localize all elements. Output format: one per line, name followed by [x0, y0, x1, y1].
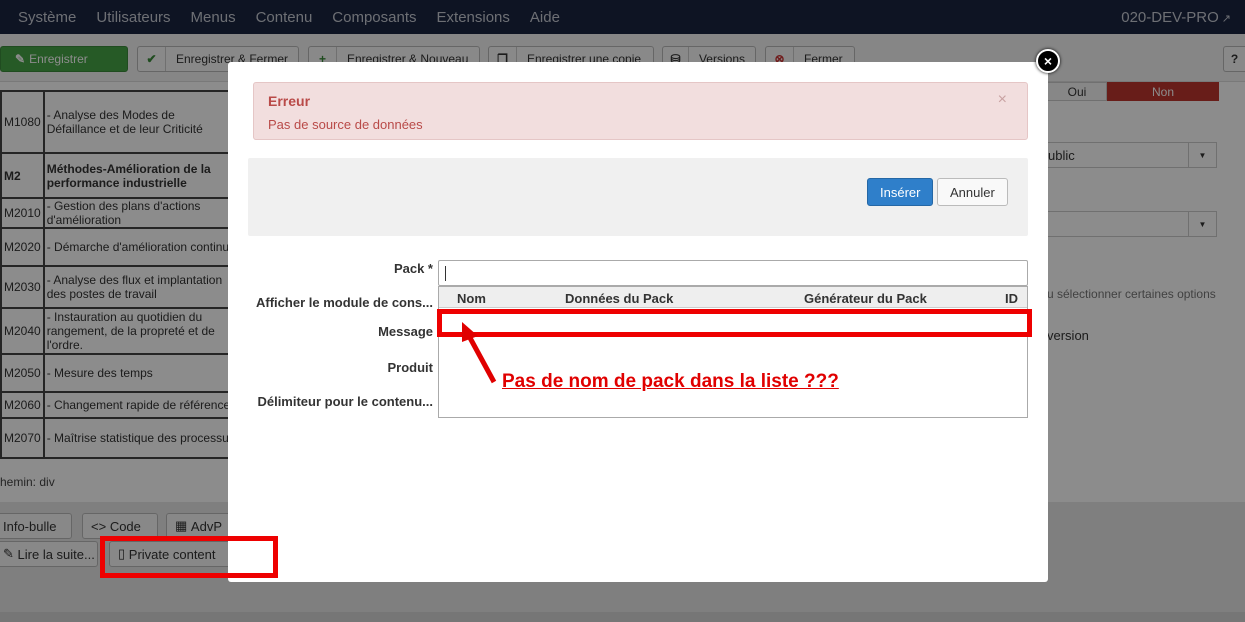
alert-close-icon[interactable]: ×	[998, 91, 1007, 109]
error-alert: Erreur Pas de source de données ×	[253, 82, 1028, 140]
alert-title: Erreur	[268, 93, 311, 109]
pack-input[interactable]	[438, 260, 1028, 286]
modal-actions: Insérer Annuler	[248, 158, 1028, 236]
column-donnees: Données du Pack	[565, 291, 674, 306]
column-nom: Nom	[457, 291, 486, 306]
delimiteur-label: Délimiteur pour le contenu...	[257, 394, 433, 409]
produit-label: Produit	[387, 360, 434, 375]
annotation-text: Pas de nom de pack dans la liste ???	[502, 371, 839, 392]
highlight-private-content	[100, 536, 278, 578]
pack-dropdown-list[interactable]: Nom Données du Pack Générateur du Pack I…	[438, 286, 1028, 418]
text-cursor	[445, 266, 446, 281]
pack-label: Pack *	[393, 261, 433, 276]
modal-close-icon[interactable]: ×	[1036, 49, 1060, 73]
column-id: ID	[1005, 291, 1018, 306]
dropdown-header: Nom Données du Pack Générateur du Pack I…	[439, 287, 1027, 308]
insert-button[interactable]: Insérer	[867, 178, 934, 206]
message-label: Message	[378, 324, 433, 339]
highlight-empty-row	[437, 309, 1032, 337]
afficher-label: Afficher le module de cons...	[256, 295, 433, 310]
cancel-button[interactable]: Annuler	[937, 178, 1008, 206]
column-generateur: Générateur du Pack	[804, 291, 927, 306]
alert-message: Pas de source de données	[268, 117, 423, 132]
